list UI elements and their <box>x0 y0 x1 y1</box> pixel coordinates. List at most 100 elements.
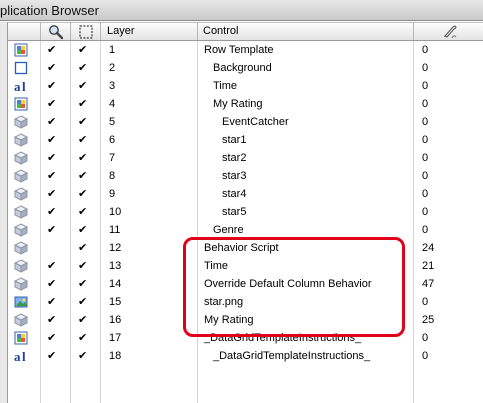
svg-text:l: l <box>22 79 26 93</box>
visible-checkmark[interactable]: ✔ <box>47 77 56 95</box>
script-lines-count: 0 <box>422 134 429 146</box>
window-titlebar[interactable]: plication Browser <box>0 0 483 21</box>
control-name: Time <box>213 80 238 92</box>
layer-number: 10 <box>109 206 122 218</box>
layer-number: 1 <box>109 44 116 56</box>
layer-number: 7 <box>109 152 116 164</box>
script-lines-count: 25 <box>422 314 435 326</box>
column-header-selectable[interactable] <box>71 23 101 40</box>
script-lines-count: 0 <box>422 44 429 56</box>
layer-number: 5 <box>109 116 116 128</box>
group-icon <box>14 97 28 111</box>
selectable-checkmark[interactable]: ✔ <box>78 275 87 293</box>
script-lines-count: 0 <box>422 62 429 74</box>
visible-checkmark[interactable]: ✔ <box>47 167 56 185</box>
table-row[interactable]: ✔ ✔ 8 star3 0 <box>8 167 483 185</box>
selectable-checkmark[interactable]: ✔ <box>78 239 87 257</box>
image-icon <box>14 296 28 308</box>
visible-checkmark[interactable]: ✔ <box>47 329 56 347</box>
field-icon: al <box>14 79 26 93</box>
visible-checkmark[interactable]: ✔ <box>47 311 56 329</box>
script-lines-count: 21 <box>422 260 435 272</box>
button-icon <box>14 205 28 219</box>
selectable-checkmark[interactable]: ✔ <box>78 77 87 95</box>
table-row[interactable]: ✔ ✔ 2 Background 0 <box>8 59 483 77</box>
visible-checkmark[interactable]: ✔ <box>47 149 56 167</box>
column-header-control[interactable]: Control <box>198 23 414 40</box>
layer-number: 13 <box>109 260 122 272</box>
selectable-checkmark[interactable]: ✔ <box>78 59 87 77</box>
selectable-checkmark[interactable]: ✔ <box>78 311 87 329</box>
control-name: _DataGridTemplateInstructions_ <box>213 350 371 362</box>
selectable-checkmark[interactable]: ✔ <box>78 257 87 275</box>
table-row[interactable]: ✔ ✔ 10 star5 0 <box>8 203 483 221</box>
visible-checkmark[interactable]: ✔ <box>47 257 56 275</box>
table-row[interactable]: ✔ ✔ 6 star1 0 <box>8 131 483 149</box>
selectable-checkmark[interactable]: ✔ <box>78 95 87 113</box>
column-header-type[interactable] <box>8 23 41 40</box>
layer-number: 9 <box>109 188 116 200</box>
dashed-square-icon <box>79 25 93 39</box>
window-title: plication Browser <box>0 3 99 18</box>
selectable-checkmark[interactable]: ✔ <box>78 149 87 167</box>
selectable-checkmark[interactable]: ✔ <box>78 131 87 149</box>
visible-checkmark[interactable]: ✔ <box>47 113 56 131</box>
table-row[interactable]: ✔ ✔ 7 star2 0 <box>8 149 483 167</box>
button-icon <box>14 169 28 183</box>
visible-checkmark[interactable]: ✔ <box>47 59 56 77</box>
selectable-checkmark[interactable]: ✔ <box>78 347 87 365</box>
script-lines-count: 0 <box>422 296 429 308</box>
script-lines-count: 0 <box>422 170 429 182</box>
button-icon <box>14 187 28 201</box>
column-header-layer[interactable]: Layer <box>101 23 198 40</box>
visible-checkmark[interactable]: ✔ <box>47 95 56 113</box>
visible-checkmark[interactable]: ✔ <box>47 131 56 149</box>
script-lines-count: 0 <box>422 116 429 128</box>
visible-checkmark[interactable]: ✔ <box>47 203 56 221</box>
visible-checkmark[interactable]: ✔ <box>47 185 56 203</box>
selectable-checkmark[interactable]: ✔ <box>78 293 87 311</box>
group-icon <box>14 331 28 345</box>
control-list[interactable]: ✔ ✔ 1 Row Template 0 ✔ ✔ 2 Background 0 a l ✔ ✔ 3 Time 0… <box>8 41 483 403</box>
control-name: My Rating <box>213 98 263 110</box>
button-icon <box>14 133 28 147</box>
svg-text:a: a <box>14 79 21 93</box>
table-row[interactable]: ✔ ✔ 4 My Rating 0 <box>8 95 483 113</box>
layer-number: 15 <box>109 296 122 308</box>
selectable-checkmark[interactable]: ✔ <box>78 113 87 131</box>
button-icon <box>14 151 28 165</box>
left-edge-panel <box>0 22 8 403</box>
control-name: star2 <box>222 152 247 164</box>
visible-checkmark[interactable]: ✔ <box>47 275 56 293</box>
selectable-checkmark[interactable]: ✔ <box>78 221 87 239</box>
button-icon <box>14 241 28 255</box>
script-lines-count: 0 <box>422 188 429 200</box>
selectable-checkmark[interactable]: ✔ <box>78 203 87 221</box>
column-header-script[interactable] <box>414 23 483 40</box>
selectable-checkmark[interactable]: ✔ <box>78 329 87 347</box>
selectable-checkmark[interactable]: ✔ <box>78 167 87 185</box>
layer-number: 6 <box>109 134 116 146</box>
visible-checkmark[interactable]: ✔ <box>47 41 56 59</box>
selectable-checkmark[interactable]: ✔ <box>78 185 87 203</box>
visible-checkmark[interactable]: ✔ <box>47 293 56 311</box>
table-row[interactable]: ✔ ✔ 9 star4 0 <box>8 185 483 203</box>
table-row[interactable]: ✔ ✔ 1 Row Template 0 <box>8 41 483 59</box>
script-lines-count: 0 <box>422 98 429 110</box>
table-row[interactable]: a l ✔ ✔ 3 Time 0 <box>8 77 483 95</box>
layer-number: 8 <box>109 170 116 182</box>
selectable-checkmark[interactable]: ✔ <box>78 41 87 59</box>
column-header-visible[interactable] <box>41 23 71 40</box>
magnifier-icon <box>49 25 64 40</box>
button-icon <box>14 313 28 327</box>
visible-checkmark[interactable]: ✔ <box>47 347 56 365</box>
layer-number: 14 <box>109 278 122 290</box>
button-icon <box>14 259 28 273</box>
table-row[interactable]: ✔ ✔ 5 EventCatcher 0 <box>8 113 483 131</box>
visible-checkmark[interactable]: ✔ <box>47 221 56 239</box>
table-row[interactable]: a l ✔ ✔ 18 _DataGridTemplateInstructions_ 0 <box>8 347 483 365</box>
control-name: Background <box>213 62 272 74</box>
control-name: star4 <box>222 188 247 200</box>
field-icon: al <box>14 349 26 363</box>
layer-number: 17 <box>109 332 122 344</box>
